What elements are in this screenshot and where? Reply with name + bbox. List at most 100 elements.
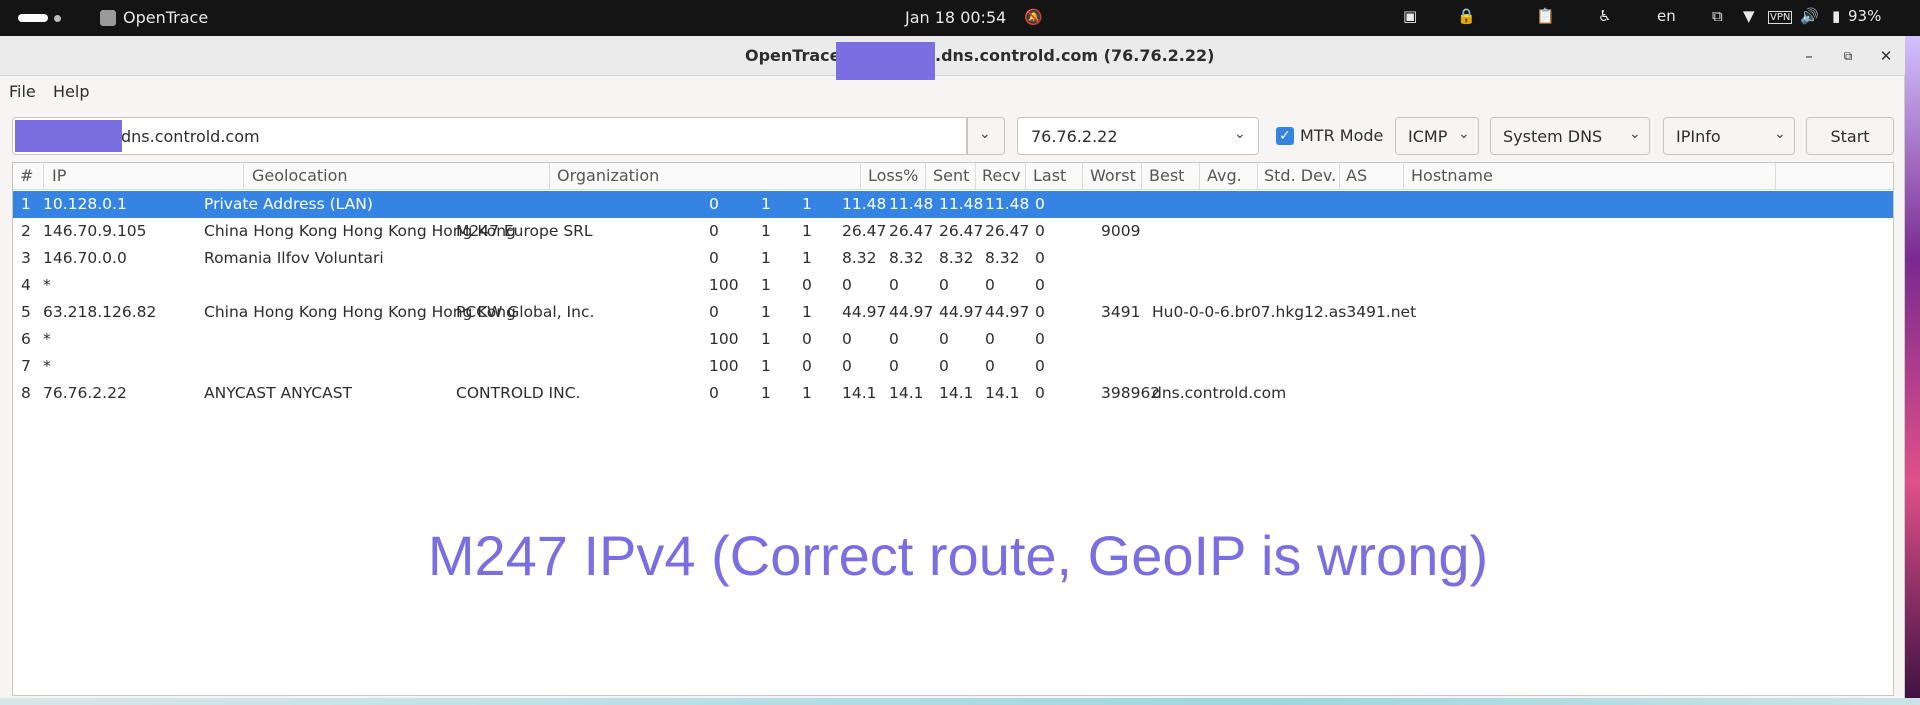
start-button[interactable]: Start [1806, 117, 1894, 155]
keyboard-layout[interactable]: en [1657, 7, 1676, 25]
volume-icon[interactable]: 🔊 [1800, 7, 1819, 25]
header-as[interactable]: AS [1340, 163, 1404, 190]
menu-file[interactable]: File [9, 82, 36, 101]
cell-recv: 0 [802, 276, 812, 294]
cell-best: 0 [939, 357, 949, 375]
cell-best: 44.97 [939, 303, 984, 321]
cell-sent: 1 [761, 276, 771, 294]
battery-percent: 93% [1848, 7, 1882, 25]
cell-sent: 1 [761, 249, 771, 267]
table-row[interactable]: 3 146.70.0.0 Romania Ilfov Voluntari 0 1 1 8.3… [13, 245, 1893, 272]
window-titlebar[interactable]: OpenTrace: .dns.controld.com (76.76.2.22… [0, 36, 1905, 80]
header-recv[interactable]: Recv [976, 163, 1026, 190]
header-ip[interactable]: IP [44, 163, 244, 190]
dns-select[interactable]: System DNS ⌄ [1490, 117, 1650, 155]
cell-best: 0 [939, 276, 949, 294]
cell-sent: 1 [761, 330, 771, 348]
cell-stddev: 0 [1035, 222, 1045, 240]
cell-worst: 14.1 [889, 384, 924, 402]
cell-organization: PCCW Global, Inc. [456, 303, 595, 321]
lock-icon[interactable]: 🔒 [1457, 7, 1476, 25]
cell-loss: 100 [709, 330, 739, 348]
cell-last: 0 [842, 357, 852, 375]
cell-sent: 1 [761, 195, 771, 213]
screenshot-icon[interactable]: ▣ [1403, 7, 1417, 25]
cast-icon[interactable]: ⧉ [1712, 7, 1723, 25]
header-avg[interactable]: Avg. [1200, 163, 1258, 190]
app-menu-icon[interactable] [100, 10, 116, 26]
table-row[interactable]: 5 63.218.126.82 China Hong Kong Hong Kong … [13, 299, 1893, 326]
dns-value: System DNS [1503, 127, 1603, 146]
chevron-down-icon: ⌄ [979, 126, 991, 142]
cell-ip: 146.70.9.105 [43, 222, 147, 240]
protocol-select[interactable]: ICMP ⌄ [1395, 117, 1479, 155]
header-worst[interactable]: Worst [1083, 163, 1142, 190]
minimize-button[interactable]: – [1797, 44, 1821, 68]
cell-sent: 1 [761, 303, 771, 321]
cell-hop: 5 [21, 303, 31, 321]
checkbox-checked-icon: ✓ [1276, 127, 1294, 145]
header-stddev[interactable]: Std. Dev. [1258, 163, 1340, 190]
cell-sent: 1 [761, 222, 771, 240]
cell-hop: 4 [21, 276, 31, 294]
clipboard-icon[interactable]: 📋 [1536, 7, 1555, 25]
workspace-indicator-active[interactable] [18, 14, 48, 22]
wifi-icon[interactable]: ▼ [1743, 7, 1755, 25]
cell-avg: 44.97 [985, 303, 1030, 321]
annotation-caption: M247 IPv4 (Correct route, GeoIP is wrong… [427, 524, 1489, 587]
cell-hostname: Hu0-0-0-6.br07.hkg12.as3491.net [1152, 303, 1417, 321]
app-menu-label[interactable]: OpenTrace [123, 8, 208, 27]
table-row[interactable]: 6 * 100 1 0 0 0 0 0 0 [13, 326, 1893, 353]
host-history-dropdown[interactable]: ⌄ [967, 117, 1005, 155]
header-hostname[interactable]: Hostname [1404, 163, 1776, 190]
cell-hop: 7 [21, 357, 31, 375]
resolved-ip-select[interactable]: 76.76.2.22 ⌄ [1017, 117, 1259, 155]
cell-stddev: 0 [1035, 303, 1045, 321]
table-row[interactable]: 8 76.76.2.22 ANYCAST ANYCAST CONTROLD INC. 0… [13, 380, 1893, 407]
cell-last: 26.47 [842, 222, 887, 240]
cell-recv: 1 [802, 222, 812, 240]
maximize-button[interactable]: ⧉ [1836, 44, 1860, 68]
close-button[interactable]: ✕ [1874, 44, 1898, 68]
mtr-mode-label: MTR Mode [1300, 126, 1384, 145]
cell-stddev: 0 [1035, 330, 1045, 348]
header-sent[interactable]: Sent [926, 163, 976, 190]
table-row[interactable]: 4 * 100 1 0 0 0 0 0 0 [13, 272, 1893, 299]
cell-hop: 8 [21, 384, 31, 402]
accessibility-icon[interactable]: ♿ [1598, 7, 1611, 25]
chevron-down-icon: ⌄ [1629, 126, 1641, 142]
cell-ip: * [43, 276, 51, 294]
table-row[interactable]: 7 * 100 1 0 0 0 0 0 0 [13, 353, 1893, 380]
workspace-indicator[interactable] [54, 15, 61, 22]
header-index[interactable]: # [13, 163, 44, 190]
cell-hop: 2 [21, 222, 31, 240]
header-last[interactable]: Last [1026, 163, 1083, 190]
cell-geolocation: Private Address (LAN) [204, 195, 373, 213]
cell-ip: 10.128.0.1 [43, 195, 127, 213]
host-input[interactable]: dns.controld.com [12, 117, 967, 155]
cell-last: 14.1 [842, 384, 877, 402]
vpn-icon[interactable]: VPN [1768, 11, 1793, 24]
cell-best: 14.1 [939, 384, 974, 402]
battery-icon[interactable]: ▮ [1832, 7, 1840, 25]
cell-sent: 1 [761, 384, 771, 402]
notifications-muted-icon[interactable]: 🔕 [1024, 8, 1043, 26]
cell-stddev: 0 [1035, 276, 1045, 294]
table-row[interactable]: 2 146.70.9.105 China Hong Kong Hong Kong H… [13, 218, 1893, 245]
clock[interactable]: Jan 18 00:54 [905, 8, 1006, 27]
cell-recv: 1 [802, 303, 812, 321]
header-organization[interactable]: Organization [550, 163, 861, 190]
cell-ip: 76.76.2.22 [43, 384, 127, 402]
table-row[interactable]: 1 10.128.0.1 Private Address (LAN) 0 1 1 11.48… [13, 191, 1893, 218]
header-best[interactable]: Best [1142, 163, 1200, 190]
cell-worst: 8.32 [889, 249, 924, 267]
cell-avg: 14.1 [985, 384, 1020, 402]
geo-provider-select[interactable]: IPInfo ⌄ [1663, 117, 1795, 155]
chevron-down-icon: ⌄ [1774, 126, 1786, 142]
header-loss[interactable]: Loss% [861, 163, 926, 190]
cell-as: 9009 [1101, 222, 1141, 240]
results-table[interactable]: # IP Geolocation Organization Loss% Sent… [12, 162, 1894, 696]
menu-help[interactable]: Help [53, 82, 89, 101]
header-geolocation[interactable]: Geolocation [244, 163, 550, 190]
cell-avg: 0 [985, 330, 995, 348]
